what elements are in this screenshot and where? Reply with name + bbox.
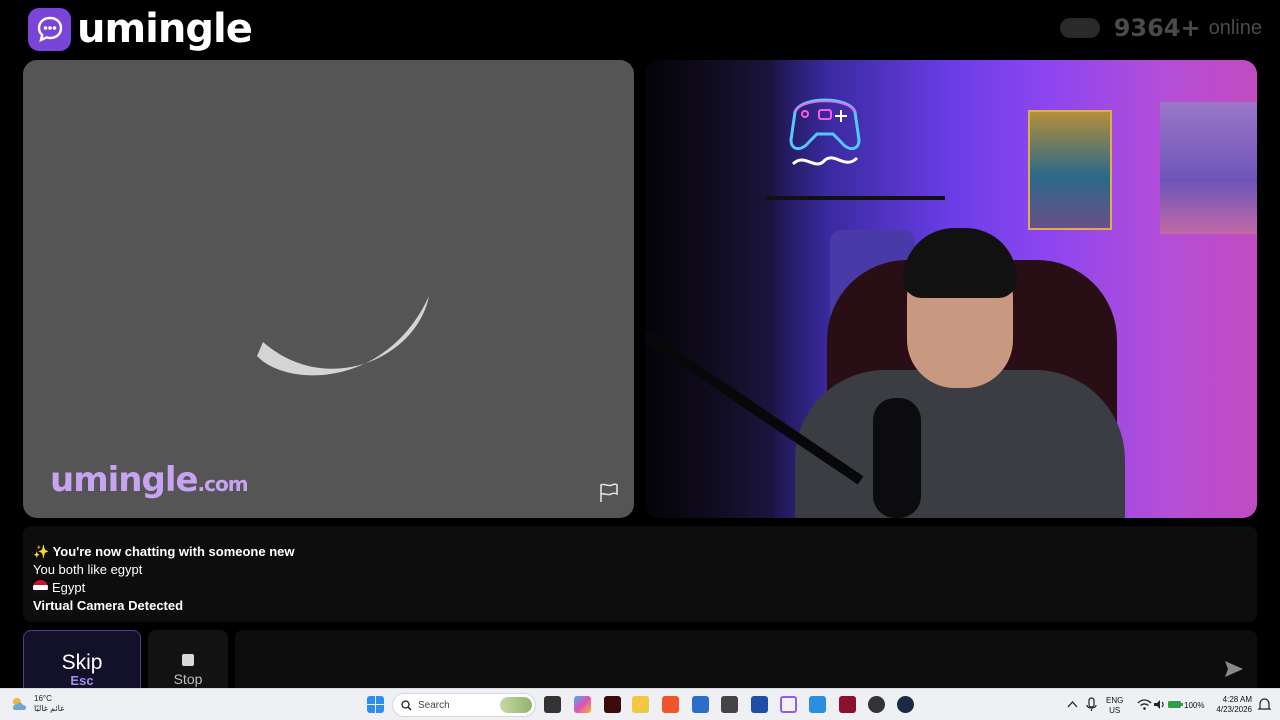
watermark-main: umingle [50, 460, 199, 500]
chevron-up-icon[interactable] [1064, 696, 1081, 713]
volume-icon[interactable] [1151, 696, 1168, 713]
message-input[interactable] [235, 630, 1257, 690]
egypt-flag-icon [33, 580, 48, 595]
cloud-sun-icon [12, 698, 27, 710]
microphone [873, 398, 921, 518]
online-count: 9364+ [1113, 14, 1201, 42]
chat-bubble-icon [28, 7, 71, 51]
file-explorer-icon[interactable] [632, 696, 649, 713]
copilot-icon[interactable] [574, 696, 591, 713]
chat-message: ✨ You're now chatting with someone new [33, 544, 295, 559]
steam-icon[interactable] [897, 696, 914, 713]
notification-icon[interactable] [1256, 696, 1273, 713]
online-toggle[interactable] [1059, 18, 1100, 38]
battery-percent: 100% [1184, 701, 1205, 710]
app-icon[interactable] [751, 696, 768, 713]
wall-poster [1028, 110, 1112, 230]
weather-widget[interactable]: 16°C غائم غالبًا [10, 694, 64, 714]
watermark-suffix: .com [197, 472, 249, 496]
brand-logo[interactable]: umingle [28, 6, 253, 52]
app-icon[interactable] [839, 696, 856, 713]
weather-temp: 16°C [34, 694, 52, 703]
stranger-video: umingle.com [23, 60, 634, 518]
skip-button[interactable]: Skip Esc [23, 630, 141, 690]
windows-start-icon[interactable] [367, 696, 384, 713]
neon-controller-sign [789, 98, 861, 166]
send-icon[interactable] [1224, 660, 1244, 678]
brand-name: umingle [77, 6, 253, 52]
app-icon[interactable] [721, 696, 738, 713]
app-icon[interactable] [780, 696, 797, 713]
stop-label: Stop [173, 671, 203, 687]
chat-log: ✨ You're now chatting with someone new Y… [23, 526, 1257, 622]
vscode-icon[interactable] [809, 696, 826, 713]
weather-text: 16°C غائم غالبًا [34, 694, 64, 714]
search-placeholder: Search [418, 699, 450, 711]
search-highlight-image [500, 697, 532, 713]
online-indicator: 9364+ online [1059, 14, 1262, 42]
online-label: online [1208, 16, 1262, 39]
weather-desc: غائم غالبًا [34, 704, 65, 713]
chat-message: You both like egypt [33, 562, 143, 577]
background-curtain [645, 60, 775, 518]
umingle-app: umingle 9364+ online umingle.com ✨ You'r… [0, 0, 1280, 690]
store-icon[interactable] [692, 696, 709, 713]
taskbar-clock[interactable]: 4:28 AM 4/23/2026 [1212, 695, 1252, 715]
flag-icon[interactable] [597, 481, 621, 505]
task-view-icon[interactable] [544, 696, 561, 713]
windows-taskbar: 16°C غائم غالبًا Search ENG US 100% 4:28… [0, 688, 1280, 720]
taskbar-search[interactable]: Search [392, 693, 536, 717]
search-icon [401, 699, 412, 710]
illustrator-icon[interactable] [604, 696, 621, 713]
app-icon[interactable] [868, 696, 885, 713]
clock-time: 4:28 AM [1222, 695, 1252, 704]
language-indicator[interactable]: ENG US [1106, 696, 1123, 716]
lang-top: ENG [1106, 696, 1124, 705]
country-label: Egypt [52, 580, 86, 595]
clock-date: 4/23/2026 [1216, 705, 1252, 714]
self-video [645, 60, 1257, 518]
stop-square-icon [182, 654, 194, 666]
lang-bottom: US [1109, 706, 1121, 715]
microphone-icon[interactable] [1083, 696, 1100, 713]
wall-poster [1160, 102, 1257, 234]
chat-message: Egypt [33, 579, 1247, 597]
umingle-watermark: umingle.com [50, 460, 249, 500]
brave-browser-icon[interactable] [662, 696, 679, 713]
chat-message: Virtual Camera Detected [33, 598, 184, 613]
loading-arc-icon [257, 296, 429, 376]
skip-label: Skip [61, 651, 103, 674]
person-torso [795, 370, 1125, 518]
skip-shortcut: Esc [70, 673, 94, 688]
stop-button[interactable]: Stop [148, 630, 228, 690]
battery-icon[interactable] [1167, 696, 1184, 713]
